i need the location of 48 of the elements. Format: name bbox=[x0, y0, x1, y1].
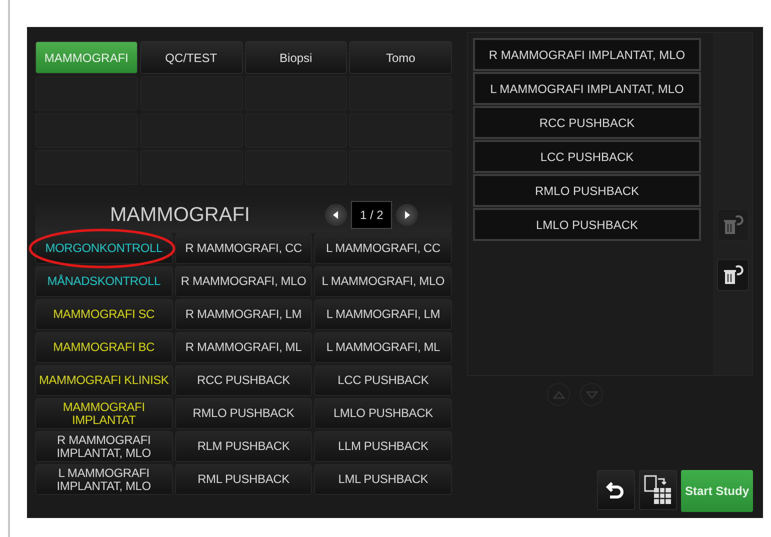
trash-icon bbox=[722, 214, 744, 236]
protocol-button[interactable]: RML PUSHBACK bbox=[174, 464, 312, 495]
protocol-button[interactable]: MAMMOGRAFI KLINISK bbox=[35, 365, 173, 396]
protocol-button[interactable]: L MAMMOGRAFI, ML bbox=[314, 332, 452, 363]
layout-table-icon bbox=[643, 474, 673, 506]
view-button[interactable]: L MAMMOGRAFI IMPLANTAT, MLO bbox=[473, 72, 701, 105]
layout-button[interactable] bbox=[639, 470, 677, 510]
protocol-button[interactable]: L MAMMOGRAFI, CC bbox=[314, 233, 452, 264]
next-page-button[interactable] bbox=[396, 204, 418, 226]
protocol-button[interactable]: LCC PUSHBACK bbox=[314, 365, 452, 396]
protocol-button[interactable]: R MAMMOGRAFI, MLO bbox=[174, 266, 312, 297]
protocol-button[interactable]: LLM PUSHBACK bbox=[314, 431, 452, 462]
protocol-button[interactable]: MAMMOGRAFI BC bbox=[35, 332, 173, 363]
view-button[interactable]: LCC PUSHBACK bbox=[473, 140, 701, 173]
previous-page-button[interactable] bbox=[325, 204, 347, 226]
protocol-button[interactable]: L MAMMOGRAFI IMPLANTAT, MLO bbox=[35, 464, 173, 495]
right-triangle-icon bbox=[402, 210, 412, 220]
protocol-button[interactable]: RCC PUSHBACK bbox=[174, 365, 312, 396]
protocol-button[interactable]: RLM PUSHBACK bbox=[174, 431, 312, 462]
view-button[interactable]: RMLO PUSHBACK bbox=[473, 174, 701, 207]
down-triangle-icon bbox=[586, 390, 598, 398]
delete-button[interactable] bbox=[716, 259, 748, 291]
trash-icon bbox=[722, 264, 744, 286]
view-button[interactable]: R MAMMOGRAFI IMPLANTAT, MLO bbox=[473, 38, 701, 71]
protocol-button[interactable]: MAMMOGRAFI IMPLANTAT bbox=[35, 398, 173, 429]
protocol-button[interactable]: LMLO PUSHBACK bbox=[314, 398, 452, 429]
protocol-button[interactable]: R MAMMOGRAFI, LM bbox=[174, 299, 312, 330]
protocol-button[interactable]: L MAMMOGRAFI, LM bbox=[314, 299, 452, 330]
protocol-button[interactable]: RMLO PUSHBACK bbox=[174, 398, 312, 429]
protocol-button[interactable]: MORGONKONTROLL bbox=[35, 233, 173, 264]
undo-icon bbox=[606, 479, 626, 501]
left-triangle-icon bbox=[331, 210, 341, 220]
section-title: MAMMOGRAFI bbox=[109, 203, 251, 228]
page-indicator: 1 / 2 bbox=[351, 201, 392, 229]
protocol-button[interactable]: L MAMMOGRAFI, MLO bbox=[314, 266, 452, 297]
protocol-button[interactable]: R MAMMOGRAFI, ML bbox=[174, 332, 312, 363]
undo-button[interactable] bbox=[597, 470, 635, 510]
tab[interactable]: Biopsi bbox=[244, 41, 348, 74]
protocol-button[interactable]: MÅNADSKONTROLL bbox=[35, 266, 173, 297]
protocol-button[interactable]: R MAMMOGRAFI IMPLANTAT, MLO bbox=[35, 431, 173, 462]
tab[interactable]: Tomo bbox=[349, 41, 452, 74]
tab[interactable]: QC/TEST bbox=[140, 41, 242, 74]
protocol-button[interactable]: MAMMOGRAFI SC bbox=[35, 299, 173, 330]
view-button[interactable]: RCC PUSHBACK bbox=[473, 106, 701, 139]
protocol-button[interactable]: LML PUSHBACK bbox=[314, 464, 452, 495]
up-triangle-icon bbox=[552, 390, 564, 398]
protocol-button[interactable]: R MAMMOGRAFI, CC bbox=[174, 233, 312, 264]
view-button[interactable]: LMLO PUSHBACK bbox=[473, 208, 701, 241]
